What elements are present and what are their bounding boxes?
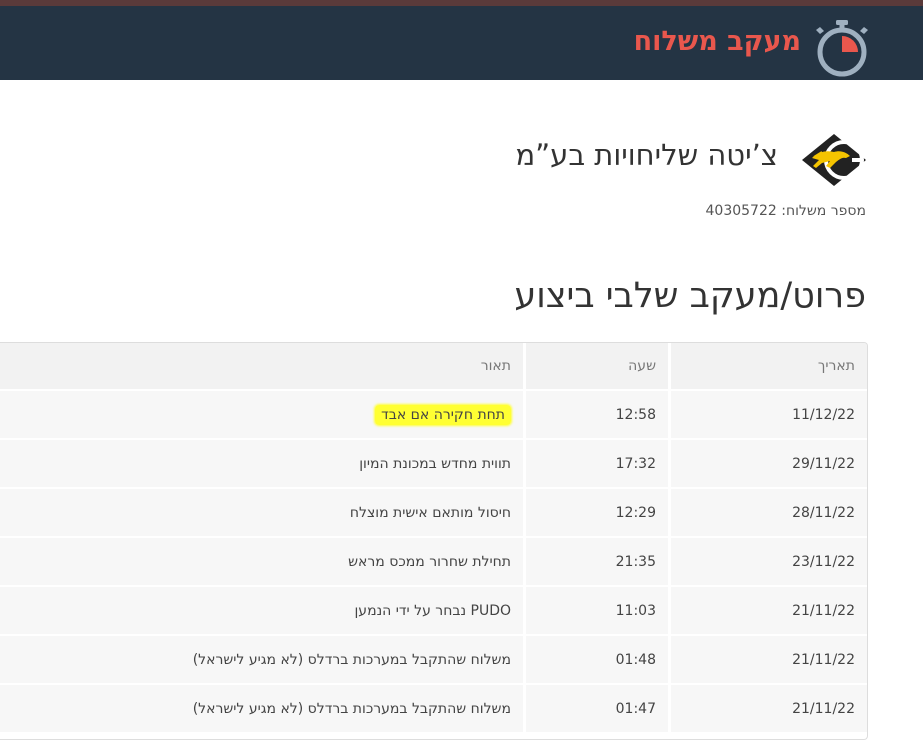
- shipment-number-value: 40305722: [705, 203, 777, 219]
- table-row: 23/11/22 21:35 תחילת שחרור ממכס מראש: [0, 537, 867, 587]
- row-date: 11/12/22: [668, 390, 867, 440]
- header-date: תאריך: [668, 343, 867, 391]
- row-time: 12:58: [523, 390, 670, 440]
- tracking-table-container: תאריך שעה תאור 11/12/22 12:58 תחת חקירה …: [0, 342, 868, 740]
- header-bar: מעקב משלוח: [0, 6, 923, 80]
- table-header-row: תאריך שעה תאור: [0, 343, 867, 391]
- row-time: 01:47: [523, 684, 670, 734]
- header-title: מעקב משלוח: [633, 26, 801, 57]
- table-row: 11/12/22 12:58 תחת חקירה אם אבד: [0, 390, 867, 440]
- row-time: 11:03: [523, 586, 670, 636]
- row-date: 29/11/22: [668, 439, 867, 489]
- table-row: 21/11/22 11:03 PUDO נבחר על ידי הנמען: [0, 586, 867, 636]
- cheetah-logo: [802, 134, 866, 186]
- table-row: 29/11/22 17:32 תווית מחדש במכונת המיון: [0, 439, 867, 489]
- row-date: 21/11/22: [668, 586, 867, 636]
- shipment-number-line: מספר משלוח: 40305722: [706, 203, 866, 219]
- company-name: צ’יטה שליחויות בע”מ: [515, 138, 778, 172]
- row-description: תחת חקירה אם אבד: [0, 390, 525, 440]
- row-date: 28/11/22: [668, 488, 867, 538]
- row-time: 12:29: [523, 488, 670, 538]
- header-time: שעה: [523, 343, 670, 391]
- table-row: 21/11/22 01:48 משלוח שהתקבל במערכות ברדל…: [0, 635, 867, 685]
- row-description: משלוח שהתקבל במערכות ברדלס (לא מגיע לישר…: [0, 684, 525, 734]
- row-description: תחילת שחרור ממכס מראש: [0, 537, 525, 587]
- row-time: 21:35: [523, 537, 670, 587]
- header-description: תאור: [0, 343, 525, 391]
- row-description: תווית מחדש במכונת המיון: [0, 439, 525, 489]
- table-row: 21/11/22 01:47 משלוח שהתקבל במערכות ברדל…: [0, 684, 867, 734]
- row-time: 17:32: [523, 439, 670, 489]
- row-date: 21/11/22: [668, 635, 867, 685]
- row-description: PUDO נבחר על ידי הנמען: [0, 586, 525, 636]
- row-description: משלוח שהתקבל במערכות ברדלס (לא מגיע לישר…: [0, 635, 525, 685]
- row-date: 21/11/22: [668, 684, 867, 734]
- highlighted-status: תחת חקירה אם אבד: [375, 404, 511, 425]
- table-row: 28/11/22 12:29 חיסול מותאם אישית מוצלח: [0, 488, 867, 538]
- shipment-number-label: מספר משלוח:: [781, 203, 866, 219]
- section-title: פרוט/מעקב שלבי ביצוע: [514, 276, 866, 316]
- tracking-table: תאריך שעה תאור 11/12/22 12:58 תחת חקירה …: [0, 343, 867, 734]
- stopwatch-icon: [816, 20, 868, 77]
- row-date: 23/11/22: [668, 537, 867, 587]
- row-description: חיסול מותאם אישית מוצלח: [0, 488, 525, 538]
- row-time: 01:48: [523, 635, 670, 685]
